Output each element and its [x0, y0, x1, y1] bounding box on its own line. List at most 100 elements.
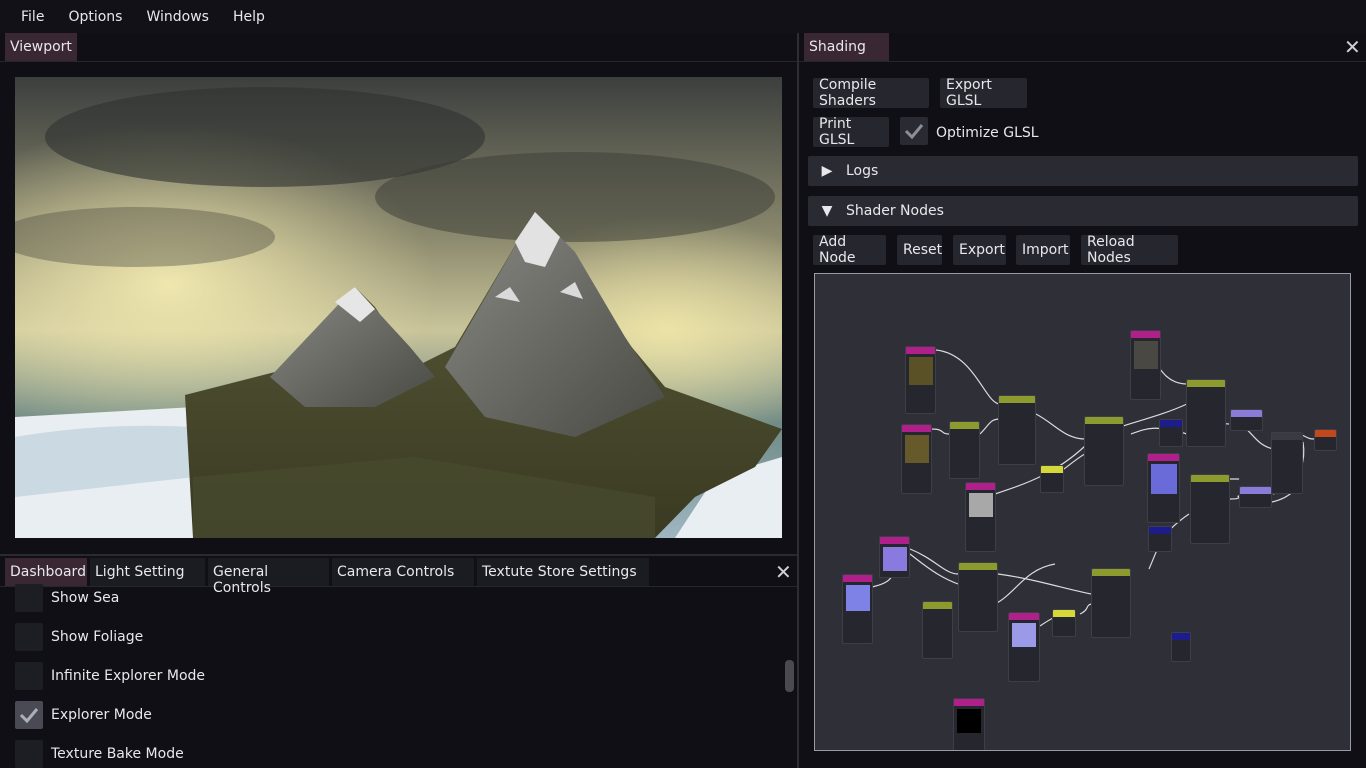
menu-help[interactable]: Help: [221, 9, 277, 25]
menu-options[interactable]: Options: [56, 9, 134, 25]
node-header[interactable]: [959, 563, 997, 570]
viewport-render[interactable]: [15, 77, 782, 538]
node-header[interactable]: [1172, 633, 1190, 640]
terrain-scene: [15, 77, 782, 538]
shader-node[interactable]: [879, 536, 910, 578]
import-button[interactable]: Import: [1016, 235, 1070, 265]
shader-node[interactable]: [1230, 409, 1263, 431]
texture-preview: [1134, 341, 1158, 369]
node-header[interactable]: [1085, 417, 1123, 424]
node-header[interactable]: [966, 483, 995, 490]
shader-node[interactable]: [949, 421, 980, 479]
optimize-glsl-label: Optimize GLSL: [936, 125, 1039, 141]
texture-preview: [883, 547, 907, 571]
shader-node[interactable]: [958, 562, 998, 632]
option-texture-bake[interactable]: Texture Bake Mode: [15, 740, 184, 768]
optimize-glsl-checkbox[interactable]: [900, 117, 928, 145]
menu-windows[interactable]: Windows: [134, 9, 221, 25]
option-show-foliage[interactable]: Show Foliage: [15, 623, 143, 651]
reload-nodes-button[interactable]: Reload Nodes: [1081, 234, 1178, 266]
shader-node[interactable]: [1239, 486, 1272, 508]
checkmark-icon: [904, 124, 924, 139]
tab-shading[interactable]: Shading: [804, 33, 889, 61]
tab-light-setting[interactable]: Light Setting: [90, 558, 205, 586]
node-header[interactable]: [923, 602, 952, 609]
node-header[interactable]: [1272, 433, 1302, 440]
explorer-mode-checkbox[interactable]: [15, 701, 43, 729]
shader-node[interactable]: [1052, 609, 1076, 637]
option-infinite-explorer[interactable]: Infinite Explorer Mode: [15, 662, 205, 690]
node-header[interactable]: [843, 575, 872, 582]
node-header[interactable]: [906, 347, 935, 354]
tab-camera-controls[interactable]: Camera Controls: [332, 558, 474, 586]
print-glsl-button[interactable]: Print GLSL: [813, 116, 889, 148]
shader-node[interactable]: [1091, 568, 1131, 638]
show-foliage-checkbox[interactable]: [15, 623, 43, 651]
texture-preview: [909, 357, 933, 385]
shader-node[interactable]: [1171, 632, 1191, 662]
shading-tabstrip: Shading: [799, 33, 1366, 62]
shader-node[interactable]: [1159, 419, 1183, 447]
menu-file[interactable]: File: [9, 9, 56, 25]
texture-bake-checkbox[interactable]: [15, 740, 43, 768]
shader-node[interactable]: [1084, 416, 1124, 486]
shader-nodes-header[interactable]: ▼ Shader Nodes: [808, 196, 1358, 226]
node-header[interactable]: [1041, 466, 1063, 473]
node-header[interactable]: [1148, 454, 1179, 461]
shader-node[interactable]: [1190, 474, 1230, 544]
node-header[interactable]: [1160, 420, 1182, 427]
node-header[interactable]: [1315, 430, 1336, 437]
node-header[interactable]: [880, 537, 909, 544]
option-explorer-mode[interactable]: Explorer Mode: [15, 701, 152, 729]
shader-node[interactable]: [842, 574, 873, 644]
node-header[interactable]: [1131, 331, 1160, 338]
shader-node[interactable]: [1147, 453, 1180, 523]
dashboard-scrollbar[interactable]: [785, 660, 794, 692]
node-header[interactable]: [1187, 380, 1225, 387]
shader-node[interactable]: [905, 346, 936, 414]
node-header[interactable]: [1240, 487, 1271, 494]
texture-preview: [846, 585, 870, 611]
shader-node[interactable]: [1148, 526, 1172, 552]
show-foliage-label: Show Foliage: [51, 629, 144, 645]
add-node-button[interactable]: Add Node: [813, 234, 886, 266]
tab-dashboard[interactable]: Dashboard: [5, 558, 87, 586]
reset-button[interactable]: Reset: [897, 235, 942, 265]
dashboard-close-icon[interactable]: ✕: [775, 562, 792, 582]
node-header[interactable]: [954, 699, 984, 706]
export-button[interactable]: Export: [953, 235, 1006, 265]
node-header[interactable]: [1149, 527, 1171, 534]
shader-node[interactable]: [965, 482, 996, 552]
show-sea-checkbox[interactable]: [15, 584, 43, 612]
shader-node[interactable]: [922, 601, 953, 659]
node-header[interactable]: [1191, 475, 1229, 482]
node-editor-canvas[interactable]: [814, 273, 1351, 751]
tab-texture-store-settings[interactable]: Textute Store Settings: [477, 558, 649, 586]
explorer-mode-label: Explorer Mode: [51, 707, 152, 723]
node-header[interactable]: [1231, 410, 1262, 417]
shader-node[interactable]: [953, 698, 985, 750]
shader-node[interactable]: [1271, 432, 1303, 494]
output-node[interactable]: [1314, 429, 1337, 451]
option-show-sea[interactable]: Show Sea: [15, 584, 119, 612]
node-header[interactable]: [1092, 569, 1130, 576]
texture-preview: [905, 435, 929, 463]
shader-node[interactable]: [998, 395, 1036, 465]
shader-node[interactable]: [901, 424, 932, 494]
shader-node[interactable]: [1008, 612, 1040, 682]
node-header[interactable]: [999, 396, 1035, 403]
node-header[interactable]: [902, 425, 931, 432]
shader-node[interactable]: [1040, 465, 1064, 493]
tab-general-controls[interactable]: General Controls: [208, 558, 329, 596]
shading-close-icon[interactable]: ✕: [1344, 37, 1361, 57]
compile-shaders-button[interactable]: Compile Shaders: [813, 77, 929, 109]
tab-viewport[interactable]: Viewport: [5, 33, 77, 61]
shader-node[interactable]: [1186, 379, 1226, 447]
infinite-explorer-checkbox[interactable]: [15, 662, 43, 690]
logs-header[interactable]: ▶ Logs: [808, 156, 1358, 186]
node-header[interactable]: [950, 422, 979, 429]
node-header[interactable]: [1009, 613, 1039, 620]
node-header[interactable]: [1053, 610, 1075, 617]
shader-node[interactable]: [1130, 330, 1161, 400]
export-glsl-button[interactable]: Export GLSL: [940, 77, 1027, 109]
